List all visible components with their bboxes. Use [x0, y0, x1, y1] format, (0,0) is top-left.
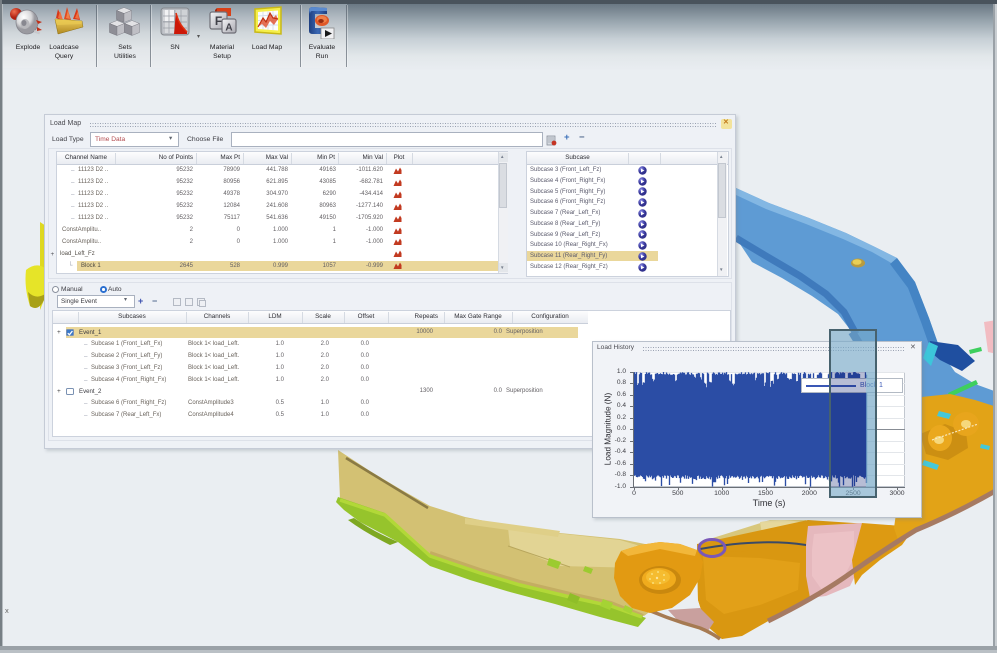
svg-text:A: A	[225, 23, 232, 34]
svg-text:F: F	[215, 14, 222, 28]
